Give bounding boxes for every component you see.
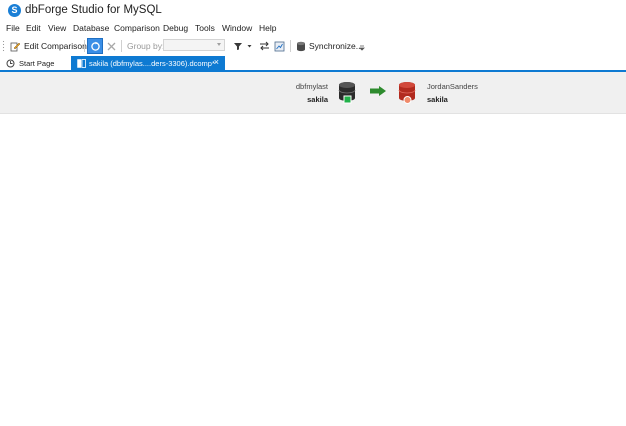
source-connection-name: dbfmylast (295, 82, 328, 91)
target-connection-name: JordanSanders (427, 82, 478, 91)
swap-source-target-button[interactable] (259, 38, 270, 54)
comparison-document-icon (77, 58, 86, 68)
edit-comparison-icon (10, 42, 21, 51)
menu-help[interactable]: Help (259, 23, 276, 33)
chevron-down-icon (247, 45, 252, 48)
menu-bar: File Edit View Database Comparison Debug… (0, 22, 626, 36)
synchronize-button[interactable]: Synchronize... (296, 38, 363, 54)
swap-icon (260, 41, 269, 51)
arrow-right-icon (370, 86, 386, 96)
title-bar: S dbForge Studio for MySQL (0, 0, 626, 22)
menu-tools[interactable]: Tools (195, 23, 215, 33)
menu-window[interactable]: Window (222, 23, 252, 33)
menu-debug[interactable]: Debug (163, 23, 188, 33)
app-title: dbForge Studio for MySQL (25, 4, 162, 16)
group-by-select[interactable] (163, 39, 225, 51)
report-button[interactable] (274, 38, 285, 54)
comparison-results-area[interactable] (0, 114, 626, 426)
chevron-down-icon (217, 43, 221, 46)
menu-edit[interactable]: Edit (26, 23, 41, 33)
menu-comparison[interactable]: Comparison (114, 23, 160, 33)
synchronize-label: Synchronize... (309, 41, 363, 51)
menu-file[interactable]: File (6, 23, 20, 33)
toolbar-separator (121, 40, 122, 52)
stop-button[interactable] (105, 38, 117, 54)
close-icon (107, 42, 115, 50)
source-database-name: sakila (307, 95, 328, 104)
tab-start-page[interactable]: Start Page (6, 56, 70, 70)
tab-start-page-label: Start Page (19, 58, 55, 68)
menu-view[interactable]: View (48, 23, 66, 33)
target-database-name: sakila (427, 95, 448, 104)
edit-comparison-button[interactable]: Edit Comparison... (10, 38, 94, 54)
menu-database[interactable]: Database (73, 23, 109, 33)
group-by-label: Group by: (127, 41, 165, 51)
app-logo-icon: S (8, 4, 21, 17)
source-database-icon[interactable] (338, 81, 358, 105)
tab-comparison-document[interactable]: sakila (dbfmylas....ders-3306).dcomp* × (71, 56, 225, 70)
tab-comparison-document-label: sakila (dbfmylas....ders-3306).dcomp* (89, 58, 215, 68)
start-page-icon (6, 59, 15, 67)
filter-dropdown-button[interactable] (247, 38, 252, 54)
refresh-comparison-button[interactable] (87, 38, 103, 54)
toolbar-separator (290, 40, 291, 52)
filter-button[interactable] (233, 38, 243, 54)
document-tab-bar: Start Page sakila (dbfmylas....ders-3306… (0, 56, 626, 70)
refresh-icon (90, 41, 100, 51)
target-database-icon[interactable] (398, 81, 418, 105)
chevron-down-icon (359, 45, 365, 51)
toolbar-grip[interactable] (2, 40, 5, 52)
tab-close-button[interactable]: × (214, 57, 219, 67)
toolbar: Edit Comparison... Group by: Synchronize… (0, 37, 626, 55)
comparison-header: dbfmylast sakila JordanSanders sakila (0, 72, 626, 114)
synchronize-icon (297, 41, 305, 51)
report-icon (274, 41, 285, 51)
filter-icon (234, 43, 242, 50)
toolbar-separator (84, 40, 85, 52)
toolbar-overflow-button[interactable] (359, 38, 365, 54)
